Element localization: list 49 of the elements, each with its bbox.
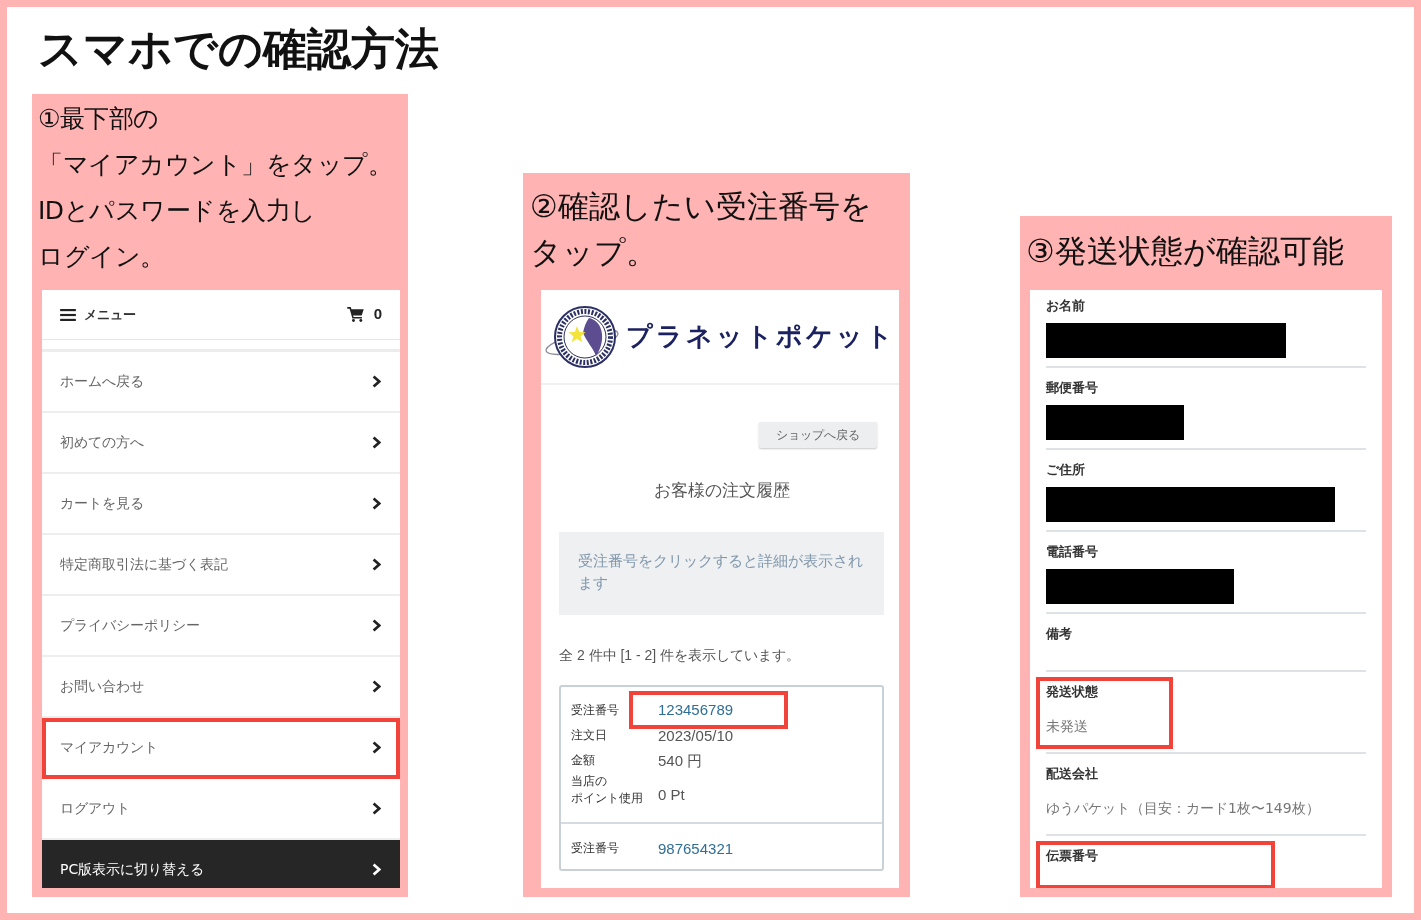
field-value: ゆうパケット（目安：カード1枚〜149枚）	[1046, 798, 1321, 818]
field-label: ご住所	[1046, 461, 1085, 479]
field-label: 郵便番号	[1046, 379, 1098, 397]
field-value: 0 Pt	[658, 786, 685, 803]
page-heading: お客様の注文履歴	[652, 479, 791, 502]
pc-view-button[interactable]: PC版表示に切り替える	[42, 840, 400, 888]
chevron-right-icon	[372, 436, 381, 449]
caption-line: 「マイアカウント」をタップ。	[38, 149, 392, 181]
field-value: 未発送	[1046, 716, 1089, 736]
field-label: お名前	[1046, 297, 1085, 315]
page-title: スマホでの確認方法	[38, 22, 439, 76]
result-count: 全 2 件中 [1 - 2] 件を表示しています。	[559, 646, 802, 665]
chevron-right-icon	[372, 680, 381, 693]
field-label: 受注番号	[571, 840, 619, 857]
notice-message: 受注番号をクリックすると詳細が表示されます	[559, 532, 884, 615]
field-value: 2023/05/10	[658, 727, 734, 744]
chevron-right-icon	[372, 862, 381, 876]
field-label: 配送会社	[1046, 765, 1098, 783]
field-label: 当店の	[571, 773, 607, 790]
caption-line: ①最下部の	[38, 103, 159, 135]
caption-line: ログイン。	[38, 241, 165, 273]
caption-line: ②確認したい受注番号を	[530, 187, 872, 226]
field-value: 540 円	[658, 752, 703, 769]
field-label: 受注番号	[571, 701, 619, 719]
field-label: 伝票番号	[1046, 847, 1098, 865]
order-number-link[interactable]: 123456789	[629, 691, 788, 729]
caption-line: タップ。	[530, 233, 657, 272]
field-label: 発送状態	[1046, 683, 1098, 701]
field-label: 注文日	[571, 727, 607, 744]
order-number-link[interactable]: 987654321	[658, 840, 734, 857]
cart-icon	[346, 307, 364, 322]
brand-name: プラネットポケット	[626, 320, 896, 353]
menu-icon	[60, 308, 76, 321]
field-label: ポイント使用	[571, 790, 643, 807]
menu-button[interactable]: メニュー	[60, 304, 136, 325]
chevron-right-icon	[372, 375, 381, 388]
back-to-shop-button[interactable]: ショップへ戻る	[759, 422, 877, 448]
chevron-right-icon	[372, 619, 381, 632]
cart-button[interactable]: 0	[346, 303, 382, 326]
chevron-right-icon	[372, 741, 381, 754]
field-label: 電話番号	[1046, 543, 1098, 561]
caption-line: ③発送状態が確認可能	[1026, 231, 1344, 272]
field-label: 備考	[1046, 625, 1072, 643]
chevron-right-icon	[372, 497, 381, 510]
caption-line: IDとパスワードを入力し	[38, 195, 316, 227]
chevron-right-icon	[372, 558, 381, 571]
chevron-right-icon	[372, 802, 381, 815]
menu-item[interactable]: マイアカウント	[42, 718, 400, 779]
field-label: 金額	[571, 752, 595, 769]
